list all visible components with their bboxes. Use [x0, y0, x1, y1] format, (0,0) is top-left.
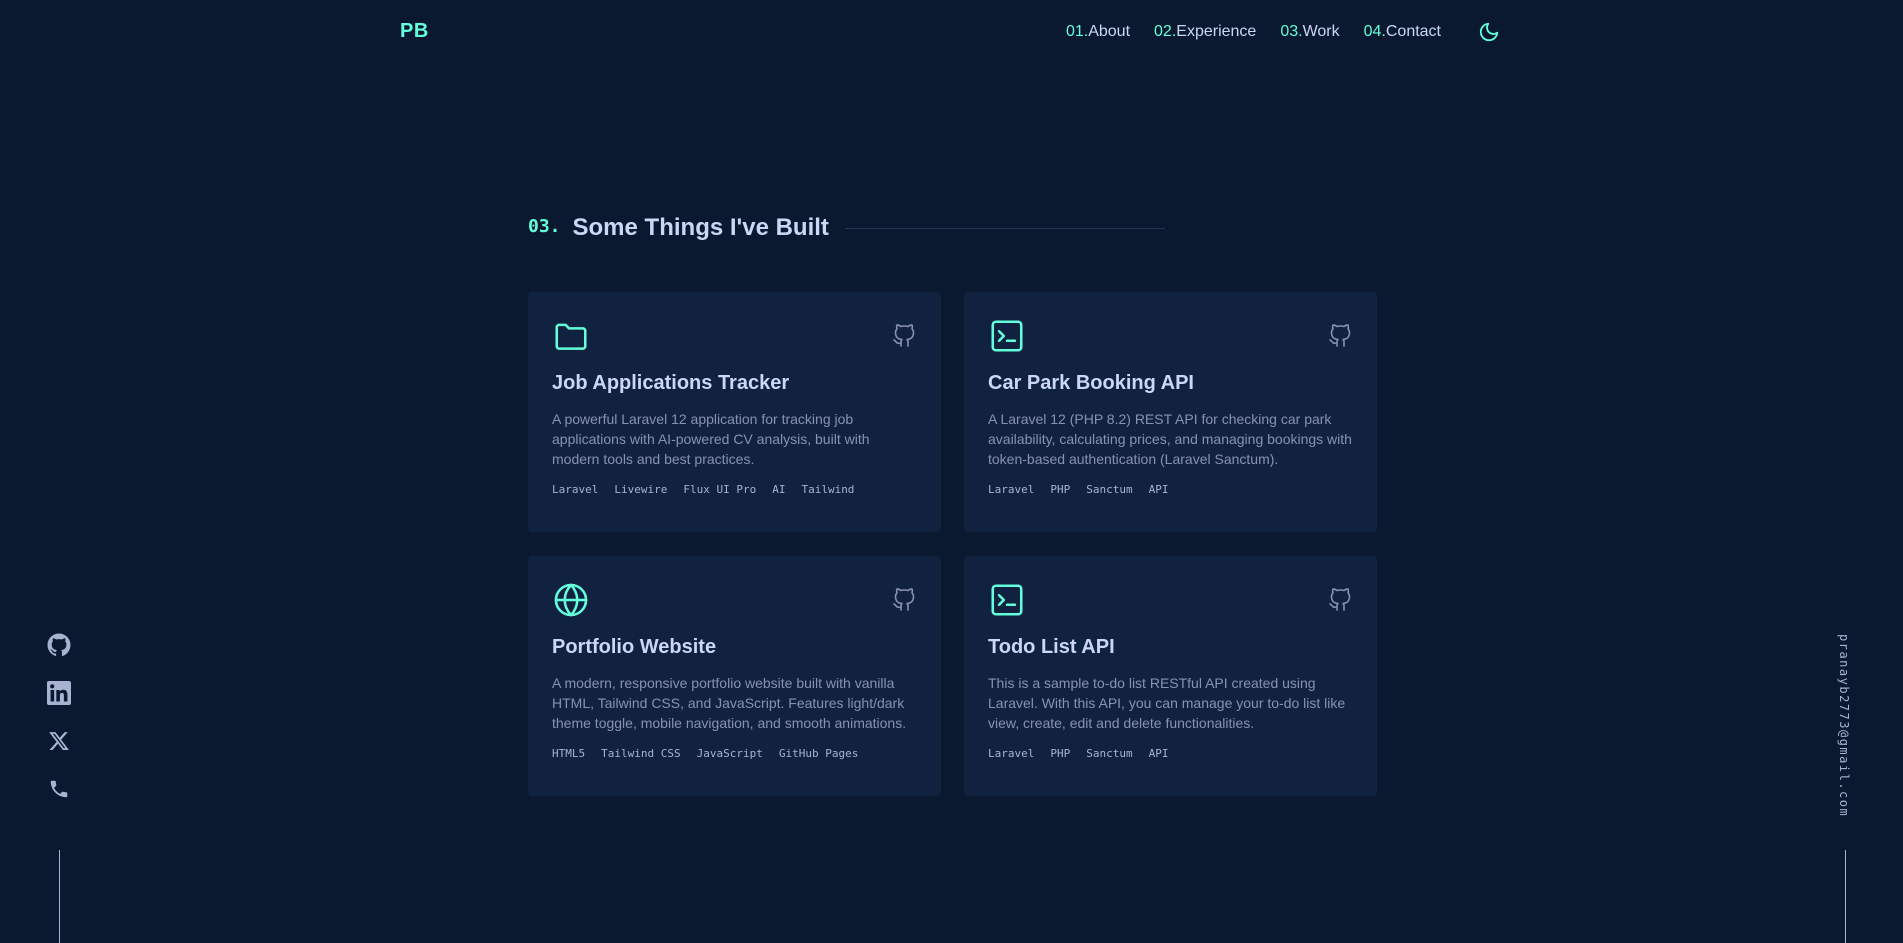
theme-toggle-button[interactable]	[1477, 20, 1501, 44]
tech-item: Laravel	[988, 747, 1035, 760]
tech-item: API	[1148, 483, 1169, 496]
nav-label: Experience	[1176, 23, 1257, 40]
section-heading: 03. Some Things I've Built	[528, 214, 1165, 242]
folder-icon	[552, 316, 592, 356]
project-description: A modern, responsive portfolio website b…	[552, 675, 907, 731]
tech-item: AI	[772, 483, 786, 496]
project-title[interactable]: Portfolio Website	[552, 636, 917, 659]
nav-label: Work	[1302, 23, 1340, 40]
right-divider-line	[1845, 850, 1846, 943]
project-title[interactable]: Job Applications Tracker	[552, 372, 917, 395]
github-link-icon[interactable]	[891, 587, 917, 613]
project-description: This is a sample to-do list RESTful API …	[988, 675, 1346, 731]
nav-item-contact[interactable]: 04. Contact	[1364, 23, 1441, 41]
tech-item: Tailwind	[801, 483, 855, 496]
nav-item-work[interactable]: 03. Work	[1280, 23, 1339, 41]
project-card[interactable]: Portfolio Website A modern, responsive p…	[528, 556, 941, 796]
tech-item: Livewire	[614, 483, 668, 496]
project-description: A Laravel 12 (PHP 8.2) REST API for chec…	[988, 411, 1352, 467]
tech-item: Sanctum	[1086, 483, 1133, 496]
tech-item: API	[1148, 747, 1169, 760]
moon-icon	[1479, 22, 1499, 42]
projects-grid: Job Applications Tracker A powerful Lara…	[528, 292, 1377, 796]
tech-list: Laravel PHP Sanctum API	[988, 483, 1353, 496]
terminal-icon	[988, 580, 1028, 620]
card-header	[552, 580, 917, 620]
tech-list: Laravel Livewire Flux UI Pro AI Tailwind	[552, 483, 917, 496]
linkedin-icon[interactable]	[46, 680, 72, 706]
main-nav: 01. About 02. Experience 03. Work 04. Co…	[1066, 20, 1501, 44]
tech-item: Laravel	[552, 483, 599, 496]
tech-item: PHP	[1050, 483, 1071, 496]
tech-item: HTML5	[552, 747, 586, 760]
nav-number: 02.	[1154, 23, 1177, 40]
nav-number: 04.	[1363, 23, 1386, 40]
tech-item: Sanctum	[1086, 747, 1133, 760]
project-description: A powerful Laravel 12 application for tr…	[552, 411, 870, 467]
github-link-icon[interactable]	[1327, 587, 1353, 613]
left-divider-line	[59, 850, 60, 943]
portfolio-page: PB 01. About 02. Experience 03. Work 04.…	[0, 0, 1903, 943]
tech-item: PHP	[1050, 747, 1071, 760]
nav-item-experience[interactable]: 02. Experience	[1154, 23, 1256, 41]
social-links	[46, 632, 72, 802]
tech-list: HTML5 Tailwind CSS JavaScript GitHub Pag…	[552, 747, 917, 760]
card-header	[988, 316, 1353, 356]
tech-item: Tailwind CSS	[601, 747, 681, 760]
tech-item: JavaScript	[696, 747, 763, 760]
section-number: 03.	[528, 215, 561, 237]
terminal-icon	[988, 316, 1028, 356]
x-icon[interactable]	[46, 728, 72, 754]
github-icon[interactable]	[46, 632, 72, 658]
project-card[interactable]: Car Park Booking API A Laravel 12 (PHP 8…	[964, 292, 1377, 532]
phone-icon[interactable]	[46, 776, 72, 802]
nav-label: Contact	[1385, 23, 1441, 40]
tech-item: GitHub Pages	[778, 747, 859, 760]
email-link[interactable]: pranayb2773@gmail.com	[1837, 634, 1851, 817]
project-card[interactable]: Job Applications Tracker A powerful Lara…	[528, 292, 941, 532]
section-divider	[844, 227, 1165, 229]
card-header	[552, 316, 917, 356]
nav-number: 03.	[1280, 23, 1303, 40]
section-title: Some Things I've Built	[572, 214, 829, 241]
nav-label: About	[1088, 23, 1131, 40]
github-link-icon[interactable]	[1327, 323, 1353, 349]
site-logo[interactable]: PB	[400, 20, 429, 43]
github-link-icon[interactable]	[891, 323, 917, 349]
tech-list: Laravel PHP Sanctum API	[988, 747, 1353, 760]
card-header	[988, 580, 1353, 620]
nav-item-about[interactable]: 01. About	[1066, 23, 1130, 41]
project-title[interactable]: Todo List API	[988, 636, 1353, 659]
tech-item: Flux UI Pro	[683, 483, 757, 496]
nav-number: 01.	[1065, 23, 1089, 40]
project-card[interactable]: Todo List API This is a sample to-do lis…	[964, 556, 1377, 796]
project-title[interactable]: Car Park Booking API	[988, 372, 1353, 395]
tech-item: Laravel	[988, 483, 1035, 496]
globe-icon	[552, 580, 592, 620]
